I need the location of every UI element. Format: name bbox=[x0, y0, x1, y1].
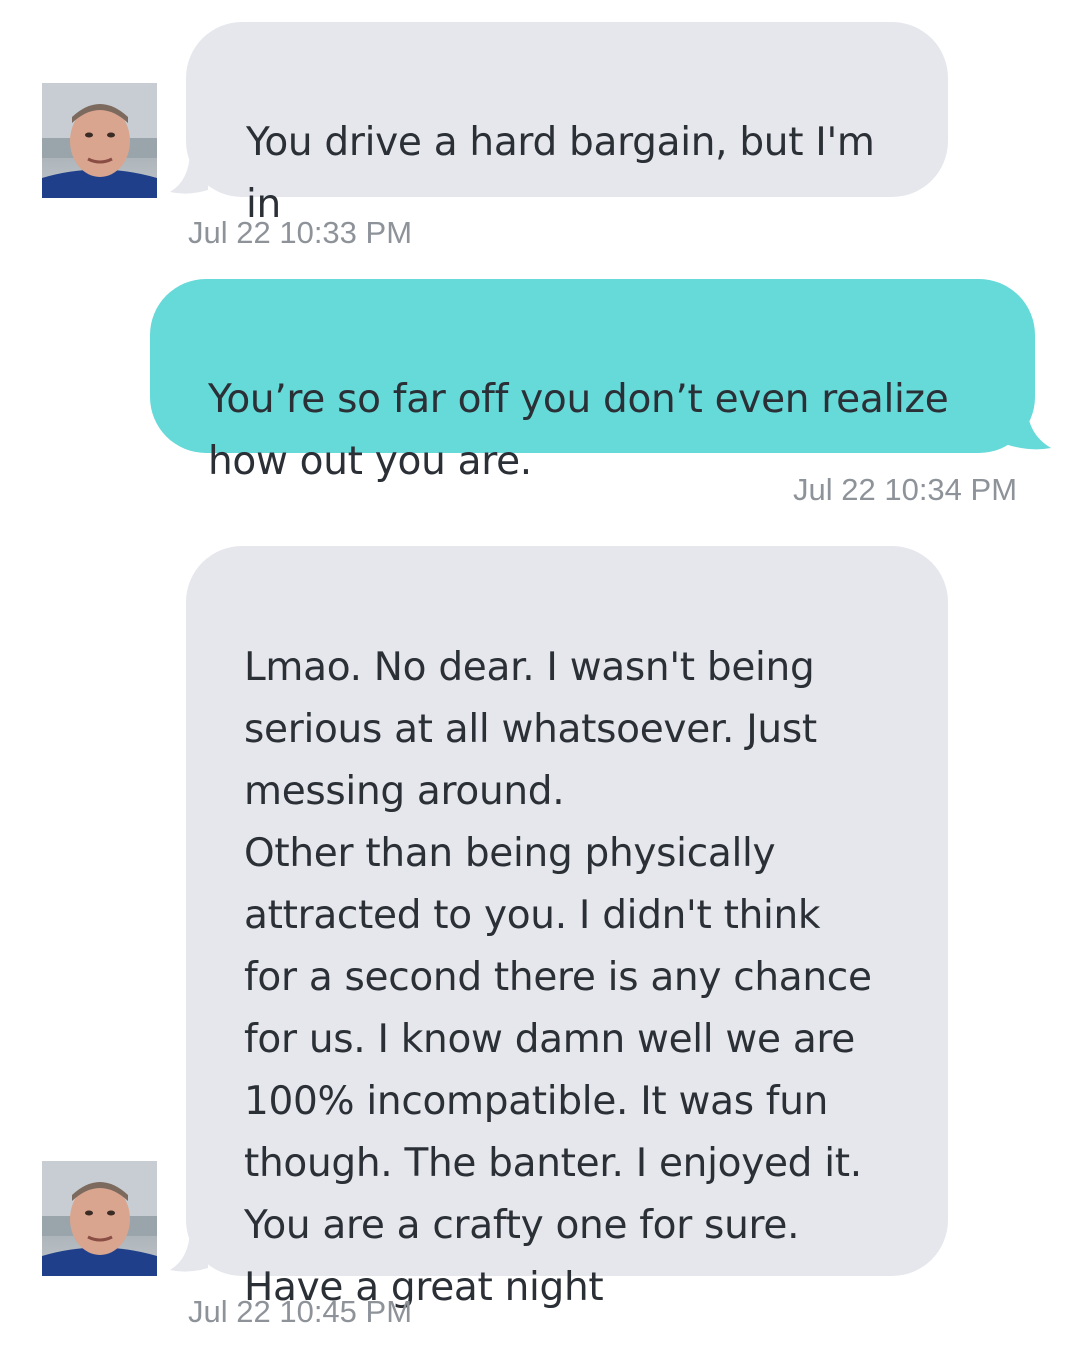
bubble-tail bbox=[170, 150, 208, 194]
person-photo-icon bbox=[42, 83, 157, 198]
chat-thread: { "colors": { "incoming_bubble": "#e5e7e… bbox=[0, 0, 1080, 1350]
message-text: You’re so far off you don’t even realize… bbox=[208, 377, 949, 484]
person-photo-icon bbox=[42, 1161, 157, 1276]
message-text: You drive a hard bargain, but I'm in bbox=[246, 120, 875, 227]
sender-avatar[interactable] bbox=[42, 1161, 157, 1276]
message-timestamp: Jul 22 10:34 PM bbox=[793, 472, 1018, 507]
sender-avatar[interactable] bbox=[42, 83, 157, 198]
message-timestamp: Jul 22 10:33 PM bbox=[188, 215, 413, 250]
message-timestamp: Jul 22 10:45 PM bbox=[188, 1294, 413, 1329]
message-bubble-incoming[interactable]: You drive a hard bargain, but I'm in bbox=[186, 22, 948, 227]
bubble-tail bbox=[1005, 404, 1051, 450]
message-bubble-outgoing[interactable]: You’re so far off you don’t even realize… bbox=[150, 279, 1035, 484]
message-bubble-incoming[interactable]: Lmao. No dear. I wasn't being serious at… bbox=[186, 546, 948, 1310]
message-text: Lmao. No dear. I wasn't being serious at… bbox=[244, 645, 872, 1310]
bubble-tail bbox=[170, 1228, 208, 1272]
